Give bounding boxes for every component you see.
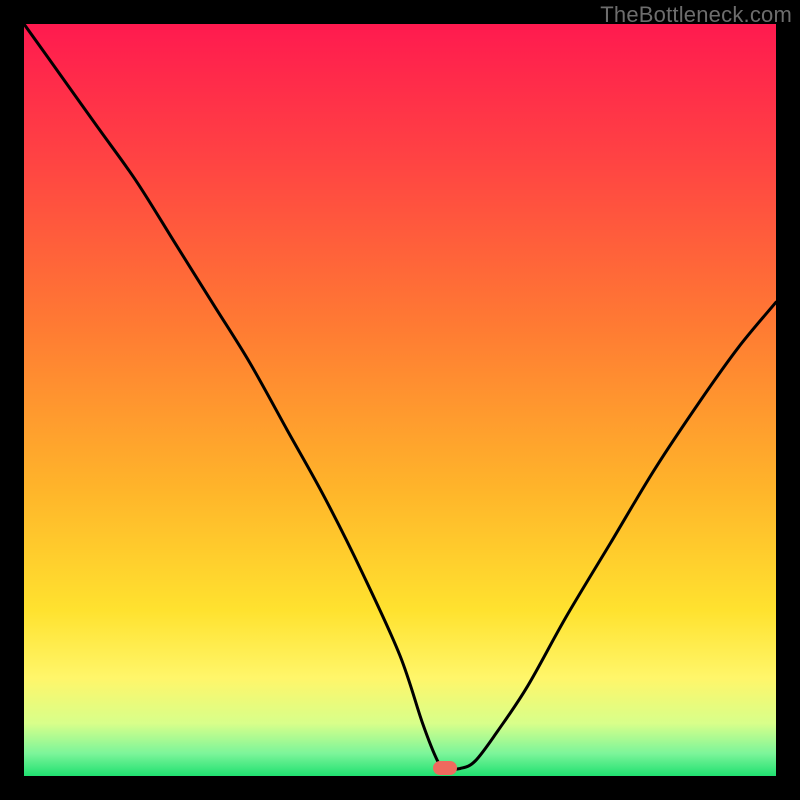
frame: TheBottleneck.com (0, 0, 800, 800)
plot-area (24, 24, 776, 776)
bottleneck-curve (24, 24, 776, 776)
minimum-marker (433, 761, 457, 775)
